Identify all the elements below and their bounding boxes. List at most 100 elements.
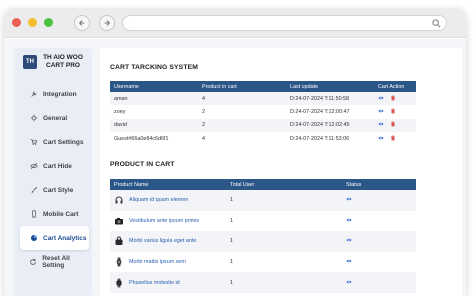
view-icon <box>346 198 352 201</box>
gear-icon-wrap <box>29 114 38 123</box>
status-cell <box>342 190 416 211</box>
tracking-row: Guest#66a0e84c6d6f1 4 D:24-07-2024 T:11:53… <box>110 132 416 146</box>
product-image <box>114 195 124 205</box>
sidebar-menu: Integration General Cart Settings Cart Hide… <box>14 82 92 274</box>
username-cell: david <box>114 122 127 129</box>
username-cell: Guest#66a0e84c6d6f1 <box>114 135 169 142</box>
brand: TH TH AIO WOO CART PRO <box>14 48 92 70</box>
status-cell <box>342 252 416 273</box>
product-count-cell: 4 <box>202 95 205 102</box>
delete-cart-button[interactable] <box>390 121 396 127</box>
view-cart-button[interactable] <box>378 135 384 141</box>
title-bar <box>4 8 466 38</box>
view-product-button[interactable] <box>346 217 352 223</box>
sidebar-item-label: Cart Settings <box>43 138 84 146</box>
sidebar-item-label: General <box>43 114 68 122</box>
product-row: Aliquam id quam elemen 1 <box>110 190 416 211</box>
search-icon <box>432 19 441 28</box>
sidebar-item-mobile-cart[interactable]: Mobile Cart <box>20 202 89 226</box>
total-user-cell: 1 <box>230 238 233 245</box>
view-cart-button[interactable] <box>378 95 384 101</box>
sidebar-item-label: Cart Style <box>43 186 74 194</box>
tracking-header-row: Username Product in cart Last update Car… <box>110 81 416 92</box>
sidebar-item-cart-style[interactable]: Cart Style <box>20 178 89 202</box>
mobile-icon-wrap <box>29 210 38 219</box>
eye-off-icon-wrap <box>29 162 38 171</box>
wrench-icon <box>30 91 36 97</box>
view-cart-button[interactable] <box>378 121 384 127</box>
col-total-user: Total User <box>230 181 255 188</box>
close-window-button[interactable] <box>12 18 21 27</box>
last-update-cell: D:24-07-2024 T:12:02:45 <box>290 122 350 129</box>
sidebar-item-label: Cart Analytics <box>43 234 87 242</box>
product-name-link[interactable]: Morbi mattis ipsum sem <box>129 259 186 265</box>
total-user-cell: 1 <box>230 217 233 224</box>
sidebar-item-general[interactable]: General <box>20 106 89 130</box>
view-icon <box>378 136 384 140</box>
view-product-button[interactable] <box>346 279 352 285</box>
forward-button[interactable] <box>99 15 115 31</box>
product-count-cell: 2 <box>202 122 205 129</box>
browser-window: TH TH AIO WOO CART PRO Integration Genera… <box>4 8 466 296</box>
total-user-cell: 1 <box>230 197 233 204</box>
sidebar-item-cart-hide[interactable]: Cart Hide <box>20 154 89 178</box>
product-name-link[interactable]: Aliquam id quam elemen <box>129 197 188 203</box>
brand-title: TH AIO WOO CART PRO <box>43 54 83 69</box>
cart-action-cell <box>374 132 416 145</box>
view-product-button[interactable] <box>346 237 352 243</box>
sidebar-item-integration[interactable]: Integration <box>20 82 89 106</box>
view-icon <box>346 239 352 242</box>
product-image <box>114 278 124 288</box>
col-status: Status <box>346 181 362 188</box>
view-cart-button[interactable] <box>378 108 384 114</box>
last-update-cell: D:24-07-2024 T:12:00:47 <box>290 109 350 116</box>
product-row: Vestibulum ante ipsum primis 1 <box>110 210 416 232</box>
tracking-title: CART TARCKING SYSTEM <box>110 64 198 71</box>
headphones-icon <box>115 196 123 204</box>
product-image <box>114 257 124 267</box>
product-name-link[interactable]: Phasellus molestie id <box>129 280 180 286</box>
product-name-cell: Morbi varius ligula eget ante <box>110 231 226 252</box>
sidebar-item-label: Integration <box>43 90 77 98</box>
product-name-link[interactable]: Morbi varius ligula eget ante <box>129 238 196 244</box>
sidebar-item-reset-all-setting[interactable]: Reset All Setting <box>20 250 89 274</box>
col-product-name: Product Name <box>114 181 149 188</box>
brush-icon <box>31 186 37 193</box>
col-product-in-cart: Product in cart <box>202 83 237 90</box>
maximize-window-button[interactable] <box>44 18 53 27</box>
sidebar-item-label: Cart Hide <box>43 162 72 170</box>
last-update-cell: D:24-07-2024 T:11:50:58 <box>290 95 350 102</box>
view-product-button[interactable] <box>346 196 352 202</box>
delete-cart-button[interactable] <box>390 95 396 101</box>
tracking-row: zoey 2 D:24-07-2024 T:12:00:47 <box>110 105 416 119</box>
sidebar-item-cart-analytics[interactable]: Cart Analytics <box>20 226 89 250</box>
cart-icon-wrap <box>29 138 38 147</box>
view-icon <box>378 123 384 126</box>
minimize-window-button[interactable] <box>28 18 37 27</box>
view-icon <box>378 109 384 113</box>
back-button[interactable] <box>74 15 90 31</box>
product-name-link[interactable]: Vestibulum ante ipsum primis <box>129 218 199 224</box>
arrow-left-icon <box>78 20 85 26</box>
delete-cart-button[interactable] <box>390 108 396 114</box>
username-cell: zoey <box>114 109 126 116</box>
total-user-cell: 1 <box>230 259 233 266</box>
tracking-table: Username Product in cart Last update Car… <box>110 81 416 146</box>
mobile-icon <box>31 210 36 218</box>
camera-icon <box>115 217 123 225</box>
product-name-cell: Morbi mattis ipsum sem <box>110 252 226 273</box>
product-name-cell: Vestibulum ante ipsum primis <box>110 211 226 232</box>
view-product-button[interactable] <box>346 258 352 264</box>
brand-logo: TH <box>23 55 37 69</box>
address-bar[interactable] <box>122 15 447 31</box>
view-icon <box>346 218 352 222</box>
tracking-row: aman 4 D:24-07-2024 T:11:50:58 <box>110 92 416 106</box>
sidebar-item-cart-settings[interactable]: Cart Settings <box>20 130 89 154</box>
delete-cart-button[interactable] <box>390 135 396 141</box>
page-content: TH TH AIO WOO CART PRO Integration Genera… <box>4 39 466 296</box>
cart-action-cell <box>374 105 416 118</box>
cart-icon <box>30 139 37 146</box>
trash-icon <box>391 108 395 114</box>
products-header-row: Product Name Total User Status <box>110 179 416 190</box>
sidebar-item-label: Mobile Cart <box>43 210 79 218</box>
